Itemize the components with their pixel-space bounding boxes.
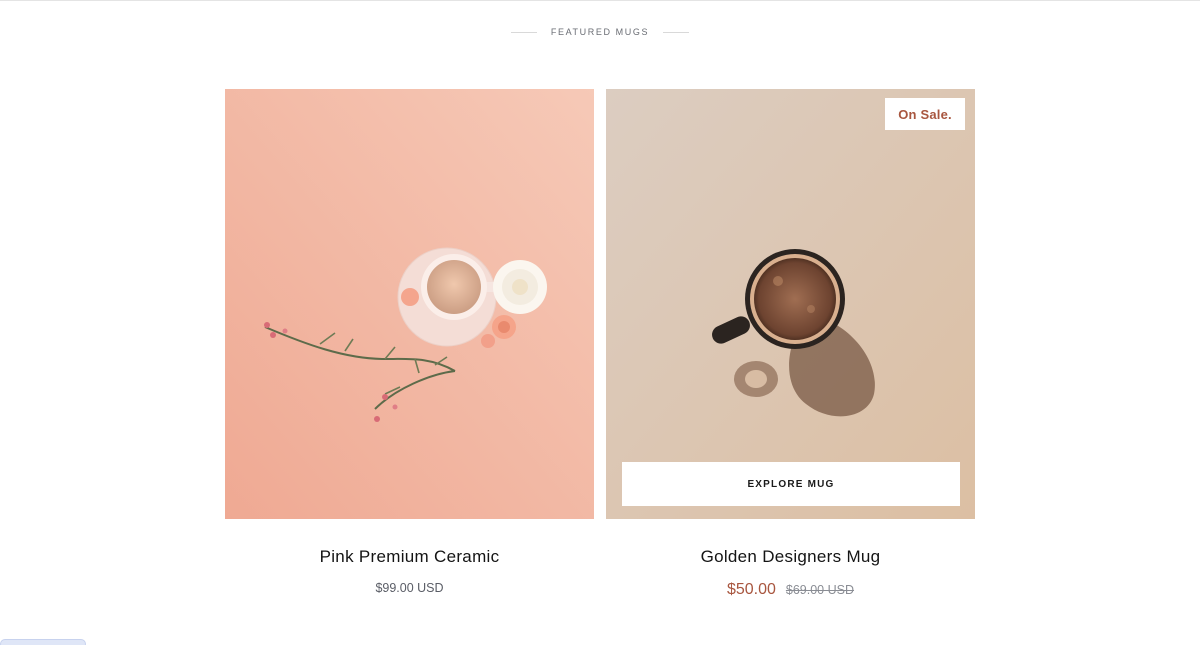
product-card-golden-designers-mug[interactable]: On Sale. EXPLORE MUG Golden Designers Mu…: [606, 89, 975, 599]
explore-mug-button[interactable]: EXPLORE MUG: [622, 462, 960, 506]
product-title[interactable]: Pink Premium Ceramic: [225, 547, 594, 567]
corner-tab[interactable]: [0, 639, 86, 645]
section-heading: FEATURED MUGS: [0, 24, 1200, 40]
product-card-pink-premium-ceramic[interactable]: Pink Premium Ceramic $99.00 USD: [225, 89, 594, 595]
heading-rule-right: [663, 31, 690, 33]
coffee-mug-image: [606, 89, 975, 519]
price-row: $99.00 USD: [225, 581, 594, 595]
product-title[interactable]: Golden Designers Mug: [606, 547, 975, 567]
heading-rule-left: [510, 31, 537, 33]
on-sale-badge: On Sale.: [885, 98, 965, 130]
sale-price: $50.00: [726, 581, 776, 598]
section-title: FEATURED MUGS: [550, 27, 650, 37]
product-image-golden-mug[interactable]: On Sale. EXPLORE MUG: [606, 89, 975, 519]
price-row: $50.00 $69.00 USD: [606, 581, 975, 599]
top-divider: [0, 0, 1200, 1]
product-price: $99.00 USD: [375, 581, 444, 595]
coffee-cup-with-flowers-image: [225, 89, 594, 519]
compare-at-price: $69.00 USD: [785, 583, 855, 597]
product-image-pink-ceramic[interactable]: [225, 89, 594, 519]
